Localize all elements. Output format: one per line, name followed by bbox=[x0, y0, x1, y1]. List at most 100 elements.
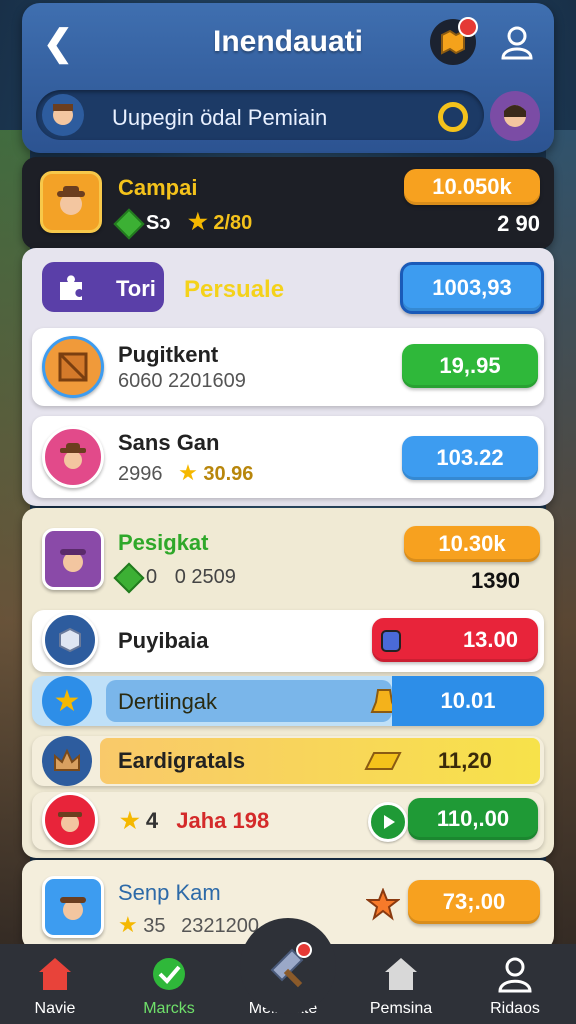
house-icon bbox=[385, 958, 417, 990]
row-stars: 4 bbox=[145, 808, 159, 833]
row-pill[interactable]: 19,.95 bbox=[402, 344, 538, 388]
row-pill[interactable]: 11,20 bbox=[438, 748, 492, 774]
row-name: Jaha 198 bbox=[176, 808, 270, 833]
star-icon: ★ bbox=[53, 684, 81, 718]
home-icon bbox=[39, 958, 71, 990]
cube-icon bbox=[59, 627, 81, 653]
featured-avatar bbox=[40, 171, 102, 233]
list-item[interactable]: Sans Gan 2996 ★ 30.96 103.22 bbox=[32, 416, 544, 498]
potion-icon bbox=[381, 630, 401, 652]
featured-value: 2 90 bbox=[497, 211, 540, 236]
crown-avatar bbox=[42, 736, 92, 786]
nav-label: Pemsina bbox=[369, 1000, 433, 1017]
row-name: Pugitkent bbox=[118, 342, 219, 367]
notifications-button[interactable] bbox=[430, 17, 478, 65]
nav-ridaos[interactable]: Ridaos bbox=[460, 944, 570, 1024]
featured-pill[interactable]: 10.050k bbox=[404, 169, 540, 205]
notification-badge bbox=[458, 17, 478, 37]
row-pill-value: 13.00 bbox=[462, 627, 518, 652]
crate-icon bbox=[58, 352, 88, 382]
nav-label: Ridaos bbox=[490, 1000, 540, 1017]
character-icon bbox=[53, 104, 73, 125]
axe-icon bbox=[270, 942, 312, 988]
row-sub: 2996 bbox=[118, 463, 163, 485]
nav-pemsina[interactable]: Pemsina bbox=[346, 944, 456, 1024]
badge-star-icon bbox=[366, 888, 400, 921]
play-icon bbox=[384, 815, 395, 829]
player-icon bbox=[504, 105, 526, 127]
list-item[interactable]: Pugitkent 6060 2201609 19,.95 bbox=[32, 328, 544, 406]
play-button[interactable] bbox=[368, 802, 408, 842]
section-title: Persuale bbox=[184, 276, 285, 303]
star-icon: ★ bbox=[120, 808, 140, 833]
bottom-sub: 2321200 bbox=[181, 915, 259, 937]
crate-avatar bbox=[42, 336, 104, 398]
row-pill[interactable]: 13.00 bbox=[372, 618, 538, 662]
star-icon: ★ bbox=[118, 912, 138, 937]
row-name: Sans Gan bbox=[118, 430, 220, 455]
center-action-button[interactable] bbox=[240, 918, 336, 1014]
section2-sub: 0 2509 bbox=[174, 566, 236, 588]
tab-tori-label: Tori bbox=[116, 276, 156, 301]
cowboy-icon bbox=[60, 443, 86, 469]
section2-value: 1390 bbox=[471, 568, 520, 593]
cowboy-icon bbox=[58, 812, 82, 832]
crown-icon bbox=[54, 748, 80, 771]
row-pill[interactable]: 10.01 bbox=[392, 676, 544, 726]
row-pill[interactable]: 103.22 bbox=[402, 436, 538, 480]
nav-label: Marcks bbox=[143, 1000, 195, 1017]
bottom-pill[interactable]: 73;.00 bbox=[408, 880, 540, 924]
row-name: Dertiingak bbox=[118, 689, 218, 714]
tab-tori[interactable]: Tori bbox=[42, 262, 164, 312]
user-icon bbox=[501, 26, 533, 60]
featured-stars: 2/80 bbox=[213, 212, 253, 234]
player-avatar[interactable] bbox=[490, 91, 540, 141]
featured-stats: Sɔ ★ 2/80 bbox=[113, 208, 253, 240]
nav-marcks[interactable]: Marcks bbox=[114, 944, 224, 1024]
bottom-name: Senp Kam bbox=[118, 880, 221, 905]
row-pill[interactable]: 110,.00 bbox=[408, 798, 538, 840]
user-icon bbox=[498, 957, 532, 993]
bottom-stats: ★ 35 2321200 bbox=[118, 912, 259, 938]
featured-card[interactable]: Campai Sɔ ★ 2/80 10.050k 2 90 bbox=[22, 157, 554, 249]
section2-gems: 0 bbox=[146, 566, 158, 588]
cube-avatar bbox=[42, 612, 98, 668]
row-stars: 30.96 bbox=[203, 463, 254, 485]
gold-bar-icon bbox=[364, 752, 402, 770]
nav-label: Navie bbox=[34, 1000, 76, 1017]
character-icon bbox=[60, 549, 86, 572]
section2-name: Pesigkat bbox=[118, 530, 209, 555]
list-item[interactable]: Puyibaia 13.00 bbox=[32, 610, 544, 672]
star-icon: ★ bbox=[178, 460, 198, 485]
search-text: Uupegin ödal Pemiain bbox=[112, 105, 328, 130]
featured-name: Campai bbox=[118, 175, 198, 200]
gem-icon bbox=[113, 562, 145, 594]
check-shield-icon bbox=[153, 958, 185, 990]
search-bar[interactable]: Uupegin ödal Pemiain bbox=[36, 90, 484, 140]
section2-stats: 0 0 2509 bbox=[113, 562, 236, 594]
featured-gems: Sɔ bbox=[146, 212, 171, 234]
row-stats: 2996 ★ 30.96 bbox=[118, 460, 253, 486]
cowboy-icon bbox=[60, 897, 86, 920]
bottom-stars: 35 bbox=[143, 915, 166, 937]
row-stats: ★ 4 Jaha 198 bbox=[120, 808, 269, 834]
cowboy-avatar bbox=[42, 792, 98, 848]
search-avatar bbox=[42, 94, 84, 136]
section2-avatar bbox=[42, 528, 104, 590]
nav-home[interactable]: Navie bbox=[0, 944, 110, 1024]
profile-button[interactable] bbox=[494, 19, 540, 65]
puzzle-icon bbox=[60, 275, 82, 300]
section-value-pill[interactable]: 1003,93 bbox=[400, 262, 544, 314]
section2-pill[interactable]: 10.30k bbox=[404, 526, 540, 562]
cowboy-avatar bbox=[42, 426, 104, 488]
search-ring-icon[interactable] bbox=[438, 102, 468, 132]
list-item[interactable]: ★ Dertiingak 10.01 bbox=[32, 676, 544, 726]
list-item[interactable]: ★ 4 Jaha 198 110,.00 bbox=[32, 792, 544, 850]
header: ❮ Inendauati Uupegin ödal Pemiain bbox=[22, 3, 554, 153]
list-item[interactable]: Eardigratals 11,20 bbox=[32, 736, 544, 786]
star-avatar: ★ bbox=[42, 676, 92, 726]
row-name: Eardigratals bbox=[118, 748, 246, 773]
row-name: Puyibaia bbox=[118, 628, 209, 653]
bottom-avatar bbox=[42, 876, 104, 938]
cowboy-icon bbox=[57, 186, 85, 215]
